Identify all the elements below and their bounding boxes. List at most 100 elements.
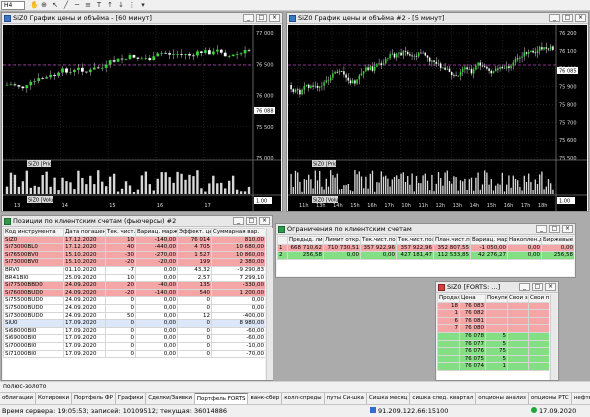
column-header[interactable]: Вариац. маржа — [135, 228, 178, 237]
column-header[interactable]: План.чист.поз. — [433, 236, 471, 245]
table-row[interactable]: SiU0 17.09.2020 0 0,00 0 8 980,00 — [3, 319, 265, 328]
table-row[interactable]: SiZ0 17.12.2020 10 -140,00 76 014 810,00 — [3, 235, 265, 245]
table-row[interactable]: 18 76 083 — [437, 301, 549, 311]
arrow-down-icon[interactable]: ↓ — [117, 1, 125, 9]
workspace-tab[interactable]: Сделки/Заявки — [146, 393, 195, 404]
workspace-tab[interactable]: Котировки — [36, 393, 73, 404]
close-button[interactable]: × — [575, 14, 586, 22]
interval-select[interactable]: H4 — [1, 1, 25, 10]
column-header[interactable] — [277, 236, 288, 245]
line-tool-icon[interactable]: ╱ — [62, 1, 70, 9]
workspace-tab[interactable]: сишка след. квартал — [410, 393, 477, 404]
column-header[interactable]: Вариац. маржа — [470, 236, 508, 245]
workspace-tab[interactable]: Графики — [116, 393, 147, 404]
vertical-scrollbar[interactable] — [550, 294, 557, 380]
table-row[interactable]: Si76000BUD0 24.09.2020 -20 -140,00 540 1 200,… — [3, 288, 265, 298]
maximize-button[interactable]: □ — [246, 217, 257, 225]
table-row[interactable]: 76 076 75 — [437, 347, 549, 356]
column-header[interactable]: Накоплен.доход — [507, 236, 542, 245]
window-title[interactable]: SiZ0 [FORTS: ...] _ □ × — [436, 282, 558, 293]
column-header[interactable]: Биржевые сборы — [541, 236, 574, 245]
zoom-icon[interactable]: ⊕ — [40, 1, 48, 9]
column-header[interactable]: Эффект. цена — [177, 228, 212, 237]
vertical-scrollbar[interactable] — [266, 228, 273, 380]
table-row[interactable]: 1 668 710,62 710 730,51 357 922,96 357 922,9… — [277, 243, 574, 253]
price-chart-window-60min[interactable]: SiZ0 График цены и объёма - [60 минут] _… — [1, 12, 283, 212]
fib-tool-icon[interactable]: ⋮ — [128, 1, 136, 9]
minimize-button[interactable]: _ — [233, 217, 244, 225]
workspace-tab[interactable]: нефть — [572, 393, 590, 404]
minimize-button[interactable]: _ — [519, 283, 530, 291]
workspace-tab[interactable]: Портфель ФР — [72, 393, 116, 404]
text-tool-icon[interactable]: T — [95, 1, 103, 9]
table-row[interactable]: 7 76 080 — [437, 324, 549, 333]
arrow-up-icon[interactable]: ↑ — [106, 1, 114, 9]
table-row[interactable]: Si76500BV0 15.10.2020 -30 -270,00 1 527 10 86… — [3, 250, 265, 260]
table-row[interactable]: Si73000BL0 17.12.2020 40 -440,00 4 705 10 680… — [3, 243, 265, 252]
table-row[interactable]: 6 76 081 — [437, 316, 549, 326]
column-header[interactable]: Код инструмента — [3, 228, 64, 237]
column-header[interactable]: Покупка — [485, 294, 508, 303]
table-row[interactable]: 76 077 5 — [437, 339, 549, 349]
table-row[interactable]: 1 76 082 — [437, 309, 549, 318]
pan-hand-icon[interactable]: ✋ — [30, 1, 39, 9]
close-button[interactable]: × — [562, 225, 573, 233]
workspace-tab[interactable]: путы Си-шка — [325, 393, 367, 404]
column-header[interactable]: Свои за — [507, 294, 529, 303]
column-header[interactable]: Лимит откр. поз. — [323, 236, 361, 245]
table-row[interactable]: Si70000BI0 17.09.2020 0 0,00 0 -10,00 — [3, 341, 265, 351]
window-title[interactable]: Ограничения по клиентским счетам _ □ × — [276, 224, 575, 235]
hline-tool-icon[interactable]: ─ — [73, 1, 81, 9]
table-row[interactable]: 76 078 5 — [437, 331, 549, 341]
workspace-tab[interactable]: опционы анализ — [476, 393, 529, 404]
column-header[interactable]: Предыд. лимит — [287, 236, 324, 245]
table-row[interactable]: 2 256,58 0,00 0,00 427 181,47 112 533,85 42 27… — [277, 251, 574, 260]
table-row[interactable]: Si68000BI0 17.09.2020 0 0,00 0 -60,00 — [3, 326, 265, 336]
table-row[interactable]: 76 075 5 — [437, 354, 549, 364]
table-row[interactable]: Si75000BUD0 24.09.2020 0 0,00 0 0,00 — [3, 303, 265, 313]
table-row[interactable]: Si77500BBD0 24.09.2020 20 -40,00 135 -330,00 — [3, 281, 265, 290]
channel-tool-icon[interactable]: ≡ — [84, 1, 92, 9]
table-row[interactable]: BRV0 01.10.2020 -7 0,00 43,32 -9 290,83 — [3, 265, 265, 275]
price-volume-chart[interactable]: 76 20076 10076 00075 90075 80075 70075 6… — [288, 25, 587, 211]
close-button[interactable]: × — [259, 217, 270, 225]
strip-label[interactable]: полюс-золото — [3, 383, 46, 390]
table-row[interactable]: Si73000BV0 15.10.2020 -20 -20,00 199 2 380,00 — [3, 258, 265, 267]
column-header[interactable]: Свои п — [528, 294, 549, 303]
window-title[interactable]: SiZ0 График цены и объёма - [60 минут] _… — [2, 13, 282, 24]
positions-window[interactable]: Позиции по клиентским счетам (фьючерсы) … — [1, 215, 273, 381]
close-button[interactable]: × — [545, 283, 556, 291]
workspace-tab[interactable]: облигации — [0, 393, 36, 404]
table-row[interactable]: Si75500BUD0 24.09.2020 0 0,00 0 0,00 — [3, 296, 265, 305]
limits-window[interactable]: Ограничения по клиентским счетам _ □ × П… — [275, 223, 576, 278]
workspace-tab[interactable]: Портфель FORTS — [194, 393, 249, 404]
column-header[interactable]: Продажа — [437, 294, 460, 303]
window-title[interactable]: Позиции по клиентским счетам (фьючерсы) … — [2, 216, 272, 227]
table-row[interactable]: Si71000BI0 17.09.2020 0 0,00 0 -70,00 — [3, 349, 265, 359]
cursor-icon[interactable]: ↖ — [51, 1, 59, 9]
window-title[interactable]: SiZ0 График цены и объёма #2 - [5 минут]… — [287, 13, 588, 24]
maximize-button[interactable]: □ — [532, 283, 543, 291]
workspace-tab[interactable]: опционы РТС — [529, 393, 572, 404]
column-header[interactable]: Суммарная вар. — [211, 228, 265, 237]
column-header[interactable]: Дата погашения — [63, 228, 106, 237]
table-row[interactable]: Si73000BUD0 24.09.2020 50 0,00 12 -400,00 — [3, 311, 265, 321]
column-header[interactable]: Тек.чист.поз. — [360, 236, 397, 245]
maximize-button[interactable]: □ — [549, 225, 560, 233]
maximize-button[interactable]: □ — [562, 14, 573, 22]
price-volume-chart[interactable]: 77 000 76 500 76 000 75 500 75 000 76 088 Si… — [3, 25, 281, 211]
price-chart-window-5min[interactable]: SiZ0 График цены и объёма #2 - [5 минут]… — [286, 12, 589, 212]
workspace-tab[interactable]: ванк-сбер — [248, 393, 283, 404]
minimize-button[interactable]: _ — [536, 225, 547, 233]
table-row[interactable]: Si69000BI0 17.09.2020 0 0,00 0 -60,00 — [3, 334, 265, 343]
workspace-tab[interactable]: колл-спреды — [282, 393, 325, 404]
table-row[interactable]: 76 074 1 — [437, 362, 549, 371]
table-row[interactable]: BR41BI0 25.09.2020 10 0,00 2,57 7 299,10 — [3, 273, 265, 283]
order-book-window[interactable]: SiZ0 [FORTS: ...] _ □ × ПродажаЦенаПокуп… — [435, 281, 559, 381]
minimize-button[interactable]: _ — [243, 14, 254, 22]
maximize-button[interactable]: □ — [256, 14, 267, 22]
minimize-button[interactable]: _ — [549, 14, 560, 22]
column-header[interactable]: Тек. чист.поз. — [105, 228, 136, 237]
close-button[interactable]: × — [269, 14, 280, 22]
workspace-tab[interactable]: Сишка месяц — [367, 393, 411, 404]
